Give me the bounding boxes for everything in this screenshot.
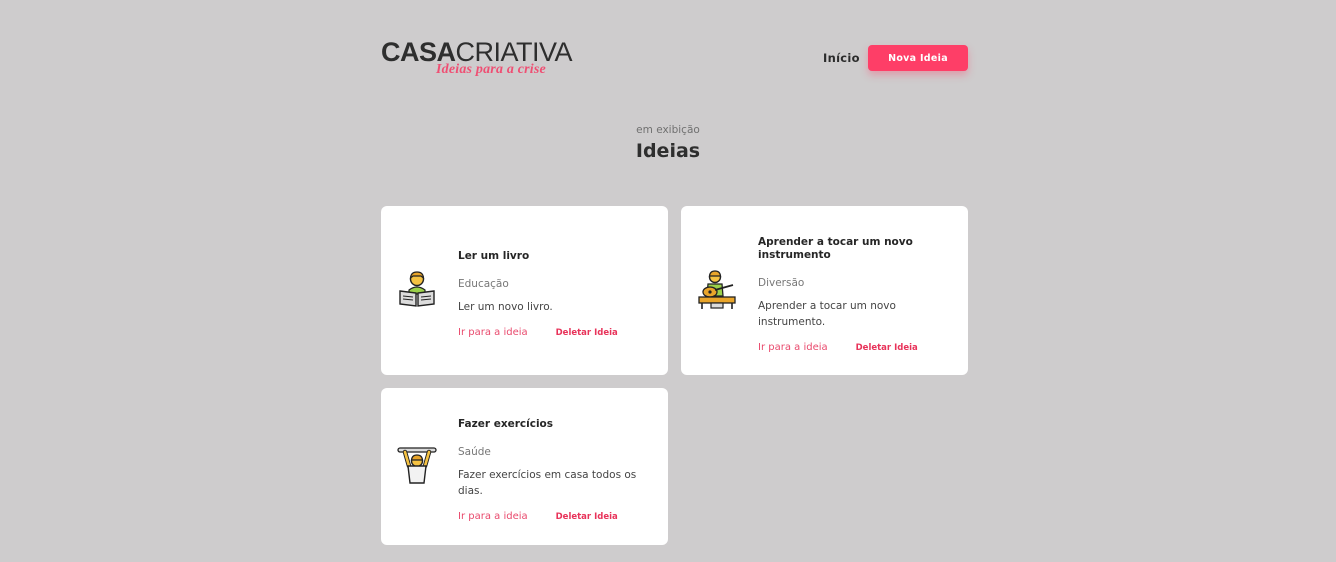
idea-card-body: Ler um livro Educação Ler um novo livro.… [458, 250, 648, 338]
idea-title: Fazer exercícios [458, 418, 554, 430]
guitar-player-icon [697, 270, 737, 310]
pull-up-exercise-icon [397, 446, 437, 486]
idea-category: Diversão [758, 277, 805, 289]
idea-title: Aprender a tocar um novo instrumento [758, 236, 913, 261]
delete-idea-button[interactable]: Deletar Ideia [856, 343, 918, 353]
idea-actions: Ir para a ideia Deletar Ideia [458, 327, 648, 338]
idea-card-body: Aprender a tocar um novo instrumento Div… [758, 236, 918, 353]
reading-person-icon [397, 270, 437, 310]
idea-card: Aprender a tocar um novo instrumento Div… [681, 206, 968, 375]
idea-card-body: Fazer exercícios Saúde Fazer exercícios … [458, 418, 648, 522]
go-to-idea-link[interactable]: Ir para a ideia [458, 511, 528, 522]
page-title: Ideias [635, 140, 701, 162]
idea-category: Saúde [458, 446, 491, 458]
idea-category: Educação [458, 278, 509, 290]
idea-description: Ler um novo livro. [458, 301, 553, 313]
go-to-idea-link[interactable]: Ir para a ideia [458, 327, 528, 338]
nav-home-link[interactable]: Início [823, 51, 860, 65]
idea-description: Fazer exercícios em casa todos os dias. [458, 469, 637, 497]
logo-tagline: Ideias para a crise [436, 62, 546, 77]
idea-card: Fazer exercícios Saúde Fazer exercícios … [381, 388, 668, 545]
logo[interactable]: CASACRIATIVA Ideias para a crise [381, 38, 581, 82]
delete-idea-button[interactable]: Deletar Ideia [556, 512, 618, 522]
idea-title: Ler um livro [458, 250, 530, 262]
idea-actions: Ir para a ideia Deletar Ideia [458, 511, 648, 522]
idea-actions: Ir para a ideia Deletar Ideia [758, 342, 918, 353]
idea-description: Aprender a tocar um novo instrumento. [758, 300, 896, 328]
section-kicker: em exibição [636, 124, 700, 136]
idea-card: Ler um livro Educação Ler um novo livro.… [381, 206, 668, 375]
go-to-idea-link[interactable]: Ir para a ideia [758, 342, 828, 353]
delete-idea-button[interactable]: Deletar Ideia [556, 328, 618, 338]
new-idea-button[interactable]: Nova Ideia [868, 45, 968, 71]
